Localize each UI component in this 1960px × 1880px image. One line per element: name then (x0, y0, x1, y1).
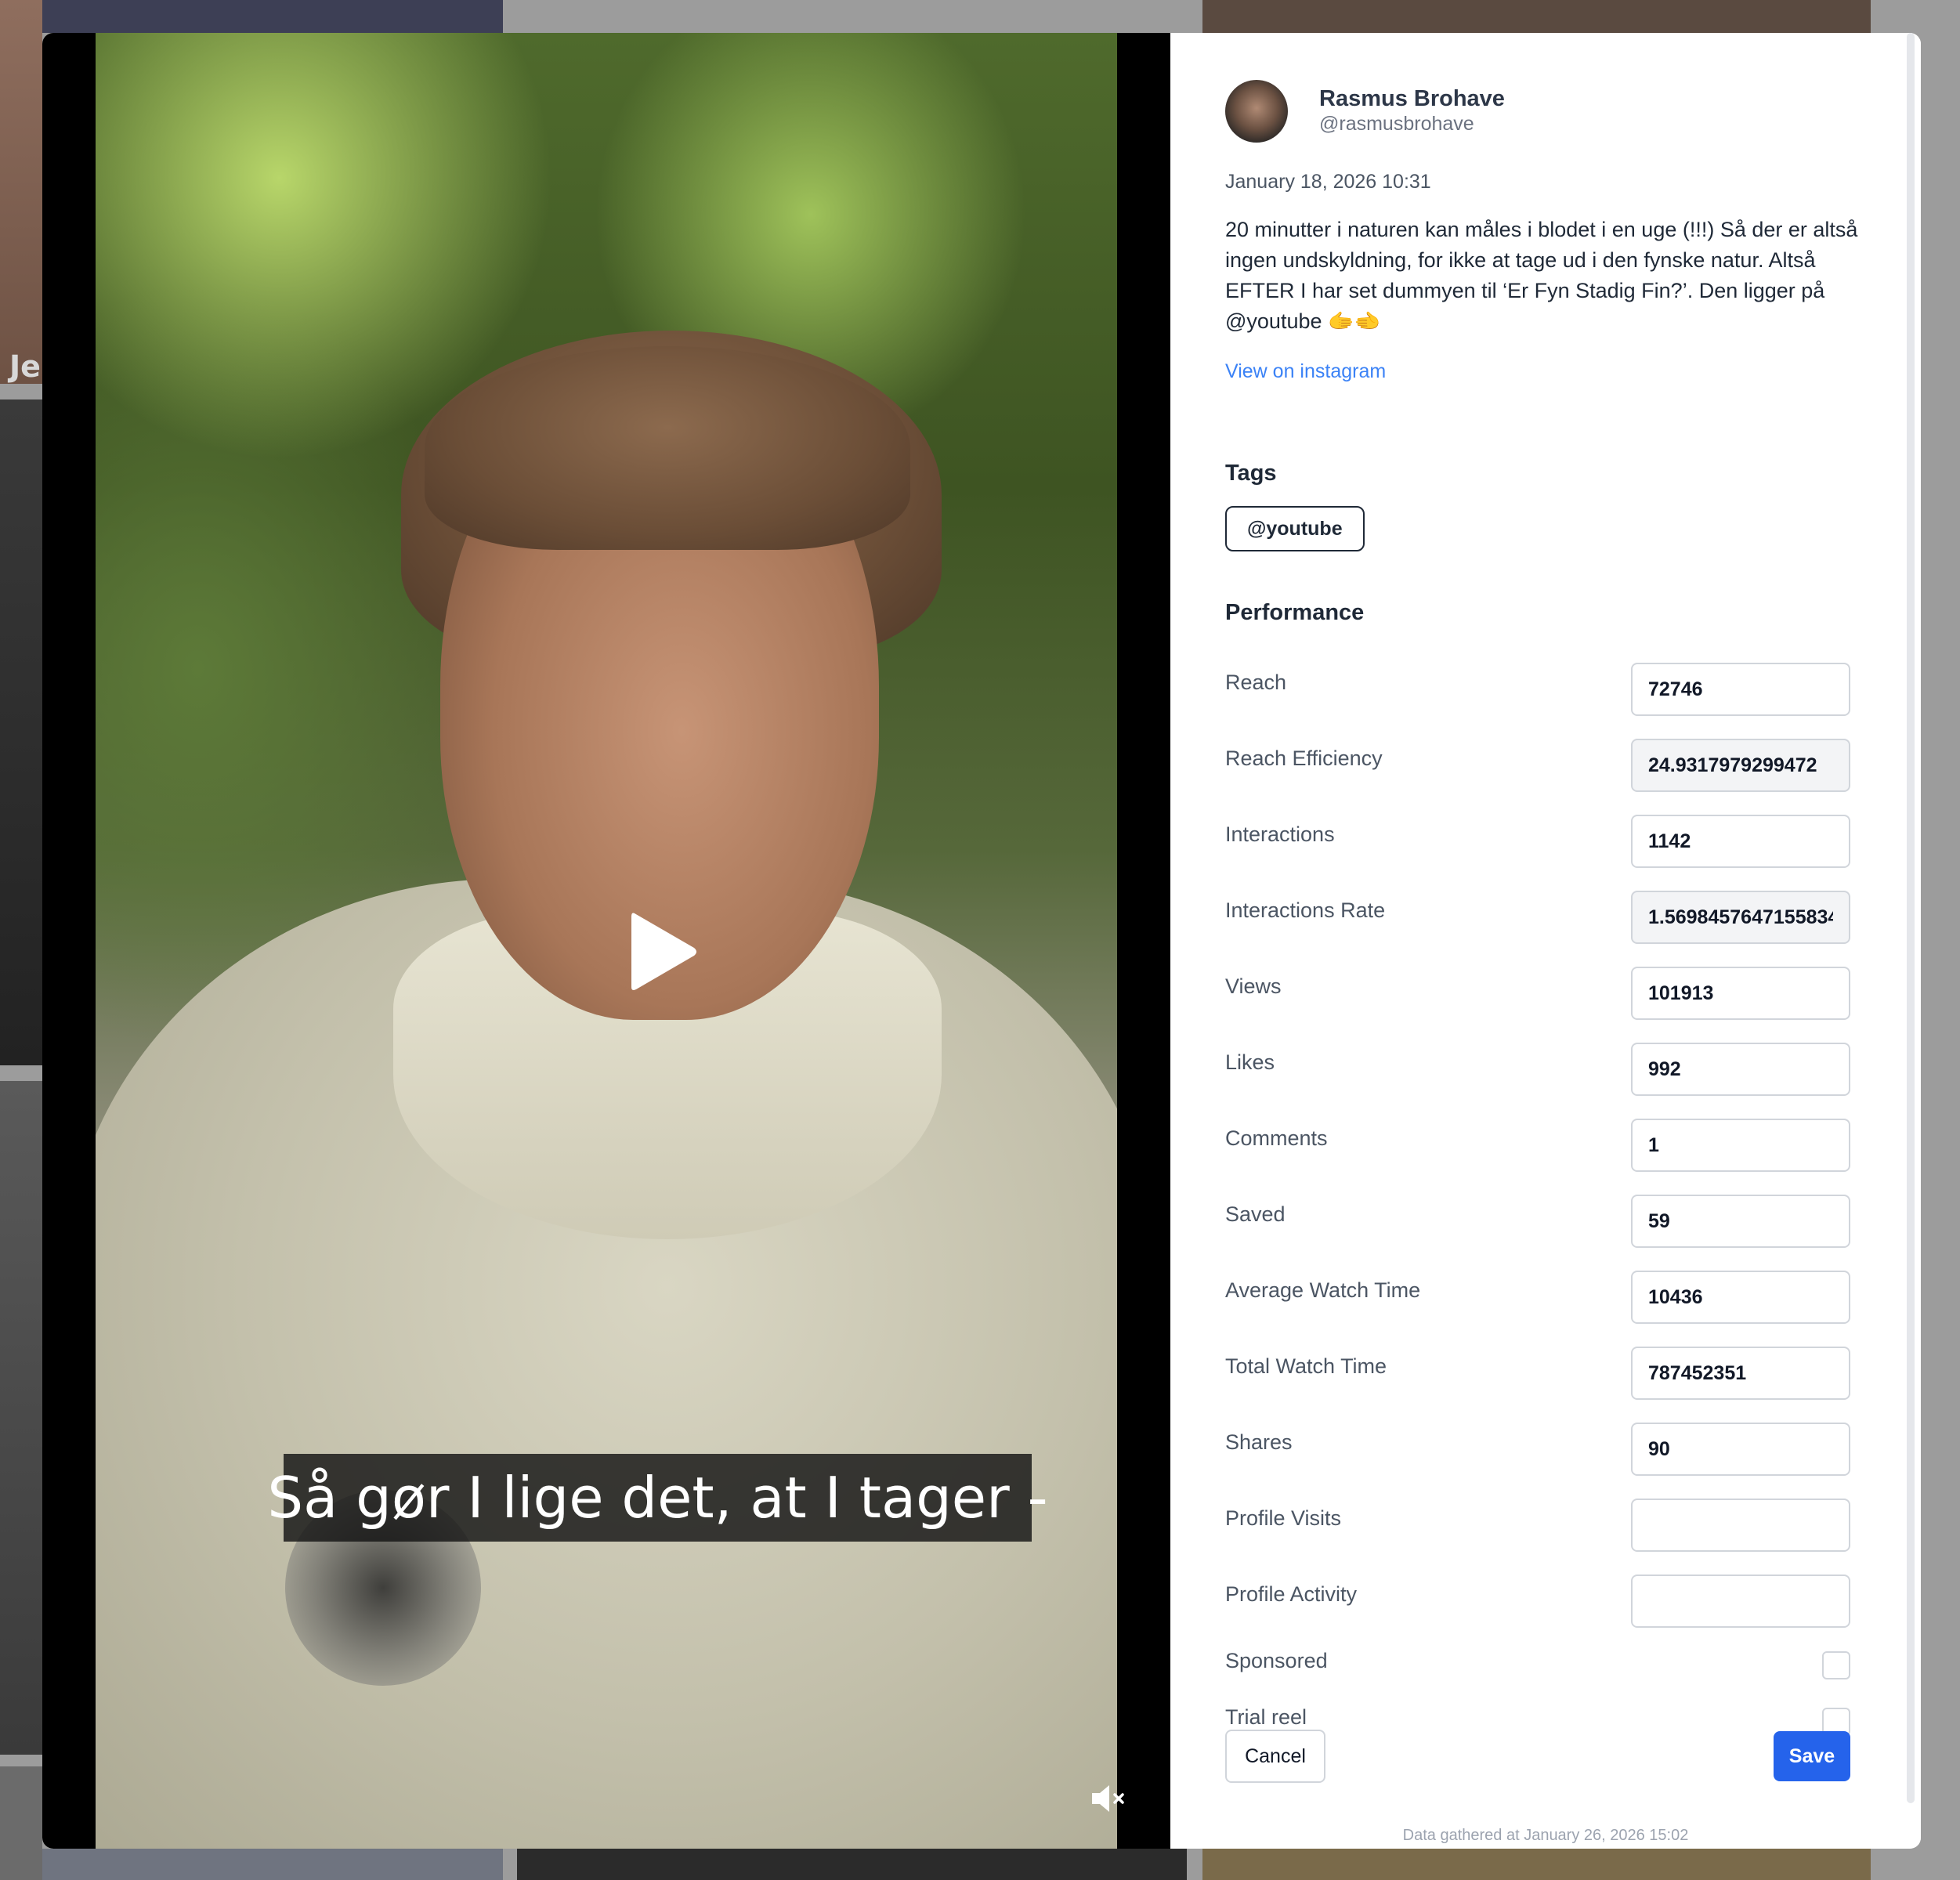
interactions-rate-label: Interactions Rate (1225, 898, 1386, 922)
total-watch-time-label: Total Watch Time (1225, 1354, 1387, 1378)
profile-visits-field[interactable] (1631, 1499, 1850, 1552)
tags-heading: Tags (1225, 461, 1277, 486)
post-details-panel: Rasmus Brohave @rasmusbrohave January 18… (1170, 33, 1921, 1849)
profile-activity-field[interactable] (1631, 1574, 1850, 1628)
shares-label: Shares (1225, 1430, 1293, 1454)
view-on-instagram-link[interactable]: View on instagram (1225, 360, 1386, 383)
save-button[interactable]: Save (1774, 1731, 1850, 1781)
shares-field[interactable] (1631, 1423, 1850, 1476)
background-tile (0, 0, 42, 384)
saved-field[interactable] (1631, 1195, 1850, 1248)
total-watch-time-field[interactable] (1631, 1347, 1850, 1400)
video-content (425, 346, 910, 550)
comments-label: Comments (1225, 1126, 1328, 1150)
performance-heading: Performance (1225, 600, 1365, 625)
play-icon[interactable] (628, 909, 699, 995)
background-tile (42, 1849, 503, 1880)
comments-field[interactable] (1631, 1119, 1850, 1172)
video-frame[interactable]: Så gør I lige det, at I tager - (96, 33, 1117, 1849)
post-caption: 20 minutter i naturen kan måles i blodet… (1225, 218, 1858, 333)
avatar (1225, 80, 1288, 143)
background-tile (1202, 1849, 1871, 1880)
likes-field[interactable] (1631, 1043, 1850, 1096)
profile-activity-label: Profile Activity (1225, 1582, 1358, 1606)
author-name: Rasmus Brohave (1319, 86, 1505, 111)
reach-efficiency-label: Reach Efficiency (1225, 747, 1383, 770)
video-player[interactable]: Så gør I lige det, at I tager - (42, 33, 1170, 1849)
average-watch-time-field[interactable] (1631, 1271, 1850, 1324)
background-tile (1202, 0, 1871, 33)
interactions-field[interactable] (1631, 815, 1850, 868)
video-subtitle: Så gør I lige det, at I tager - (267, 1454, 1048, 1542)
reach-label: Reach (1225, 671, 1287, 694)
reach-efficiency-field[interactable] (1631, 739, 1850, 792)
post-detail-modal: Så gør I lige det, at I tager - Rasmus B… (42, 33, 1921, 1849)
sponsored-checkbox[interactable] (1822, 1651, 1850, 1679)
author-handle: @rasmusbrohave (1319, 113, 1474, 135)
background-tile (517, 1849, 1187, 1880)
saved-label: Saved (1225, 1202, 1286, 1226)
profile-visits-label: Profile Visits (1225, 1506, 1342, 1530)
views-label: Views (1225, 974, 1282, 998)
sponsored-label: Sponsored (1225, 1649, 1328, 1672)
data-gathered-note: Data gathered at January 26, 2026 15:02 (1402, 1827, 1689, 1844)
tag-chip[interactable]: @youtube (1225, 506, 1365, 551)
background-tile (0, 400, 42, 1065)
likes-label: Likes (1225, 1050, 1275, 1074)
cancel-button[interactable]: Cancel (1225, 1730, 1325, 1783)
background-tile (0, 1081, 42, 1755)
scrollbar[interactable] (1907, 33, 1915, 1803)
volume-muted-icon[interactable] (1089, 1781, 1128, 1816)
post-date: January 18, 2026 10:31 (1225, 171, 1431, 193)
interactions-label: Interactions (1225, 822, 1335, 846)
reach-field[interactable] (1631, 663, 1850, 716)
background-tile (42, 0, 503, 33)
interactions-rate-field[interactable] (1631, 891, 1850, 944)
background-tile (0, 1766, 42, 1880)
trial-reel-label: Trial reel (1225, 1705, 1307, 1729)
average-watch-time-label: Average Watch Time (1225, 1278, 1421, 1302)
background-tile-label: Je (9, 349, 41, 384)
views-field[interactable] (1631, 967, 1850, 1020)
